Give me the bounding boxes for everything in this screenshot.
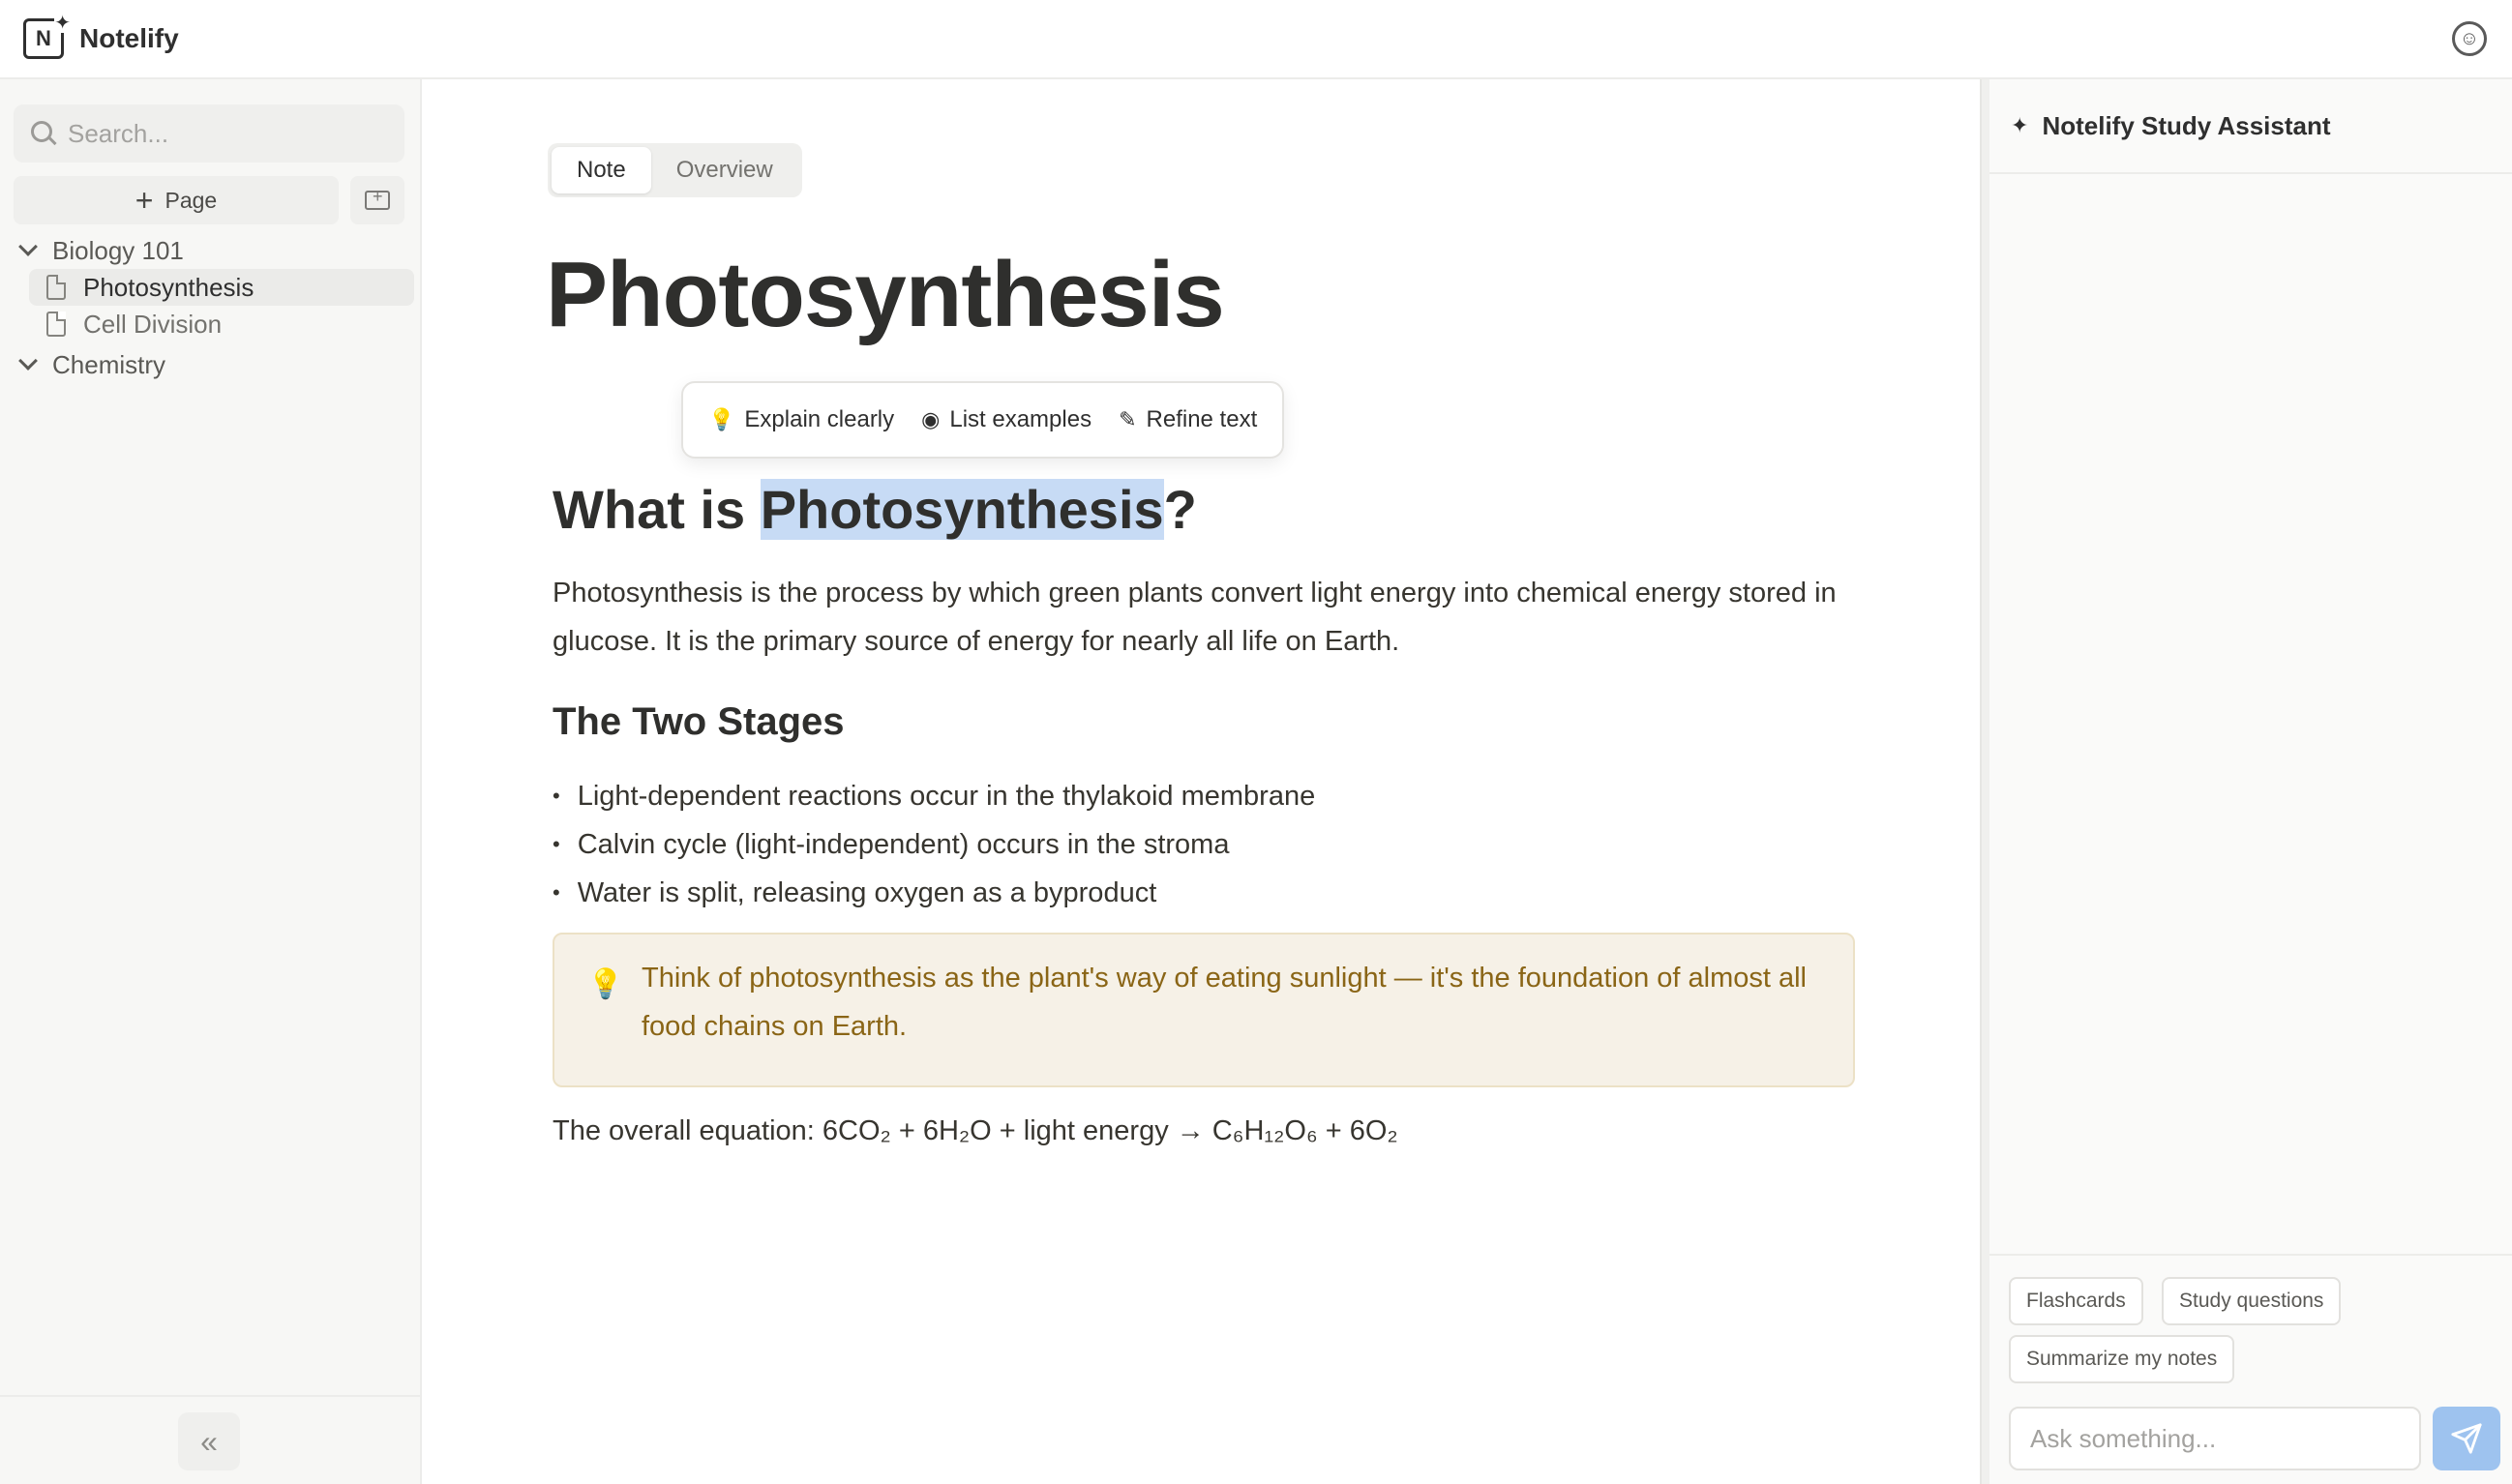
ask-input[interactable] — [2009, 1407, 2421, 1470]
ai-selection-toolbar: 💡 Explain clearly ◉ List examples ✎ Refi… — [681, 381, 1285, 459]
search-box[interactable] — [14, 104, 404, 163]
folder-label: Biology 101 — [52, 235, 184, 265]
callout-block[interactable]: 💡 Think of photosynthesis as the plant's… — [553, 933, 1855, 1087]
study-assistant-panel: ✦ Notelify Study Assistant Flashcards St… — [1989, 79, 2512, 1484]
heading-suffix: ? — [1163, 479, 1197, 540]
page-title[interactable]: Photosynthesis — [546, 242, 1225, 348]
subheading[interactable]: The Two Stages — [553, 700, 845, 744]
search-icon — [31, 121, 57, 146]
tab-overview[interactable]: Overview — [651, 147, 798, 193]
lightbulb-icon: 💡 — [708, 407, 735, 431]
intro-paragraph[interactable]: Photosynthesis is the process by which g… — [553, 569, 1869, 666]
document-icon — [46, 275, 66, 300]
send-button[interactable] — [2433, 1407, 2500, 1470]
sparkle-icon: ✦ — [2011, 113, 2029, 137]
page-label: Photosynthesis — [83, 272, 254, 302]
selected-text-highlight[interactable]: Photosynthesis — [760, 479, 1164, 540]
brand[interactable]: N ✦ Notelify — [23, 14, 179, 59]
lightbulb-icon: 💡 — [587, 968, 624, 1000]
sparkle-icon: ✦ — [54, 13, 71, 34]
action-label: List examples — [949, 406, 1092, 432]
new-page-label: Page — [164, 187, 218, 213]
chevron-down-icon — [18, 351, 38, 371]
panel-resize-handle[interactable] — [1980, 79, 1989, 1484]
app-window: N ✦ Notelify ☺ + Page Biology 101 Ph — [0, 0, 2512, 1484]
bullet-target-icon: ◉ — [921, 407, 941, 431]
page-tree: Biology 101 Photosynthesis Cell Division… — [0, 232, 422, 383]
document-icon — [46, 312, 66, 337]
assistant-footer: Flashcards Study questions Summarize my … — [1989, 1254, 2512, 1484]
note-editor: Note Overview Photosynthesis 💡 Explain c… — [422, 79, 1980, 1484]
view-tabs: Note Overview — [548, 143, 802, 197]
app-name: Notelify — [79, 23, 179, 53]
section-heading[interactable]: What is Photosynthesis? — [553, 478, 1197, 541]
page-label: Cell Division — [83, 309, 223, 339]
double-chevron-left-icon: « — [200, 1423, 218, 1459]
list-examples-button[interactable]: ◉ List examples — [908, 393, 1105, 447]
send-icon — [2451, 1423, 2482, 1454]
heading-prefix: What is — [553, 479, 761, 540]
flashcards-chip[interactable]: Flashcards — [2009, 1277, 2143, 1325]
list-item[interactable]: Light-dependent reactions occur in the t… — [553, 772, 1316, 820]
collapse-sidebar-button[interactable]: « — [178, 1412, 240, 1470]
assistant-title: Notelify Study Assistant — [2042, 110, 2331, 140]
notelify-logo-icon: N ✦ — [23, 14, 71, 59]
list-item[interactable]: Calvin cycle (light-independent) occurs … — [553, 820, 1315, 869]
action-label: Explain clearly — [744, 406, 895, 432]
bullet-list: Light-dependent reactions occur in the t… — [553, 772, 1316, 917]
refine-text-button[interactable]: ✎ Refine text — [1105, 393, 1271, 447]
explain-clearly-button[interactable]: 💡 Explain clearly — [695, 393, 908, 447]
folder-label: Chemistry — [52, 349, 166, 379]
pencil-icon: ✎ — [1119, 407, 1137, 431]
accessibility-icon[interactable]: ☺ — [2452, 21, 2487, 56]
top-bar: N ✦ Notelify ☺ — [0, 0, 2512, 79]
plus-icon: + — [135, 183, 154, 218]
new-folder-button[interactable] — [350, 176, 404, 224]
summarize-notes-chip[interactable]: Summarize my notes — [2009, 1335, 2235, 1383]
logo-letter: N — [36, 26, 51, 50]
equation-text[interactable]: The overall equation: 6CO₂ + 6H₂O + ligh… — [553, 1107, 1398, 1155]
tab-note[interactable]: Note — [552, 147, 651, 193]
page-item-photosynthesis[interactable]: Photosynthesis — [29, 269, 414, 306]
chevron-down-icon — [18, 237, 38, 256]
folder-chemistry[interactable]: Chemistry — [0, 346, 422, 383]
new-page-button[interactable]: + Page — [14, 176, 339, 224]
page-item-cell-division[interactable]: Cell Division — [0, 306, 422, 342]
sidebar: + Page Biology 101 Photosynthesis Cell D… — [0, 79, 422, 1484]
folder-plus-icon — [365, 187, 390, 210]
study-questions-chip[interactable]: Study questions — [2162, 1277, 2342, 1325]
action-label: Refine text — [1146, 406, 1258, 432]
search-input[interactable] — [68, 118, 377, 149]
list-item[interactable]: Water is split, releasing oxygen as a by… — [553, 869, 1315, 917]
assistant-header: ✦ Notelify Study Assistant — [1989, 79, 2512, 174]
sidebar-footer: « — [0, 1395, 420, 1484]
callout-text: Think of photosynthesis as the plant's w… — [642, 963, 1807, 1042]
folder-biology-101[interactable]: Biology 101 — [0, 232, 422, 269]
